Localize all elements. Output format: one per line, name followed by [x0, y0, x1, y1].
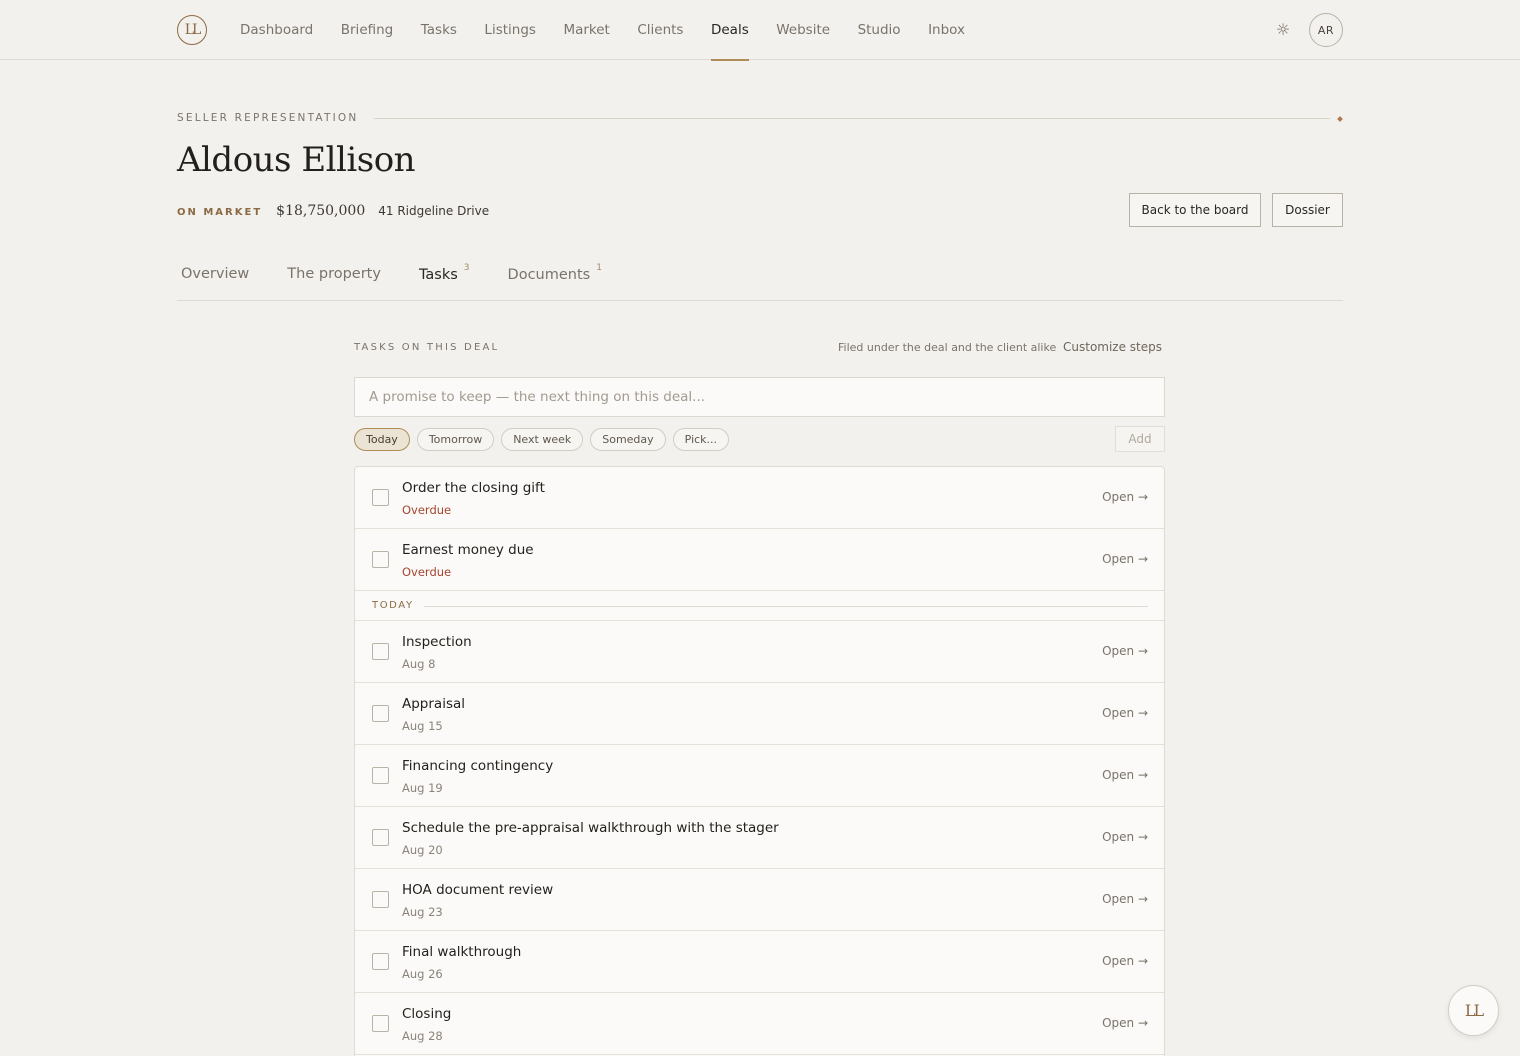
task-checkbox[interactable]: [372, 551, 389, 568]
group-divider: [424, 606, 1148, 607]
add-task-button[interactable]: Add: [1115, 426, 1165, 452]
task-row: Inspection Aug 8 Open →: [355, 621, 1164, 683]
nav-link-listings[interactable]: Listings: [484, 0, 536, 60]
section-note: Filed under the deal and the client alik…: [838, 341, 1057, 354]
chip-tomorrow[interactable]: Tomorrow: [416, 428, 495, 451]
group-label: TODAY: [372, 600, 414, 611]
nav-link-dashboard[interactable]: Dashboard: [240, 0, 313, 60]
task-row: HOA document review Aug 23 Open →: [355, 869, 1164, 931]
task-title[interactable]: Earnest money due: [402, 542, 534, 558]
diamond-ornament-icon: [1337, 116, 1343, 122]
chip-today[interactable]: Today: [354, 428, 410, 451]
task-due-date: Aug 20: [402, 843, 443, 857]
nav-link-market[interactable]: Market: [563, 0, 609, 60]
task-row: Financing contingency Aug 19 Open →: [355, 745, 1164, 807]
task-due-date: Aug 28: [402, 1029, 443, 1043]
task-due-date: Aug 15: [402, 719, 443, 733]
sun-icon[interactable]: ☼: [1274, 21, 1292, 39]
deal-price: $18,750,000: [276, 203, 366, 219]
chip-pick-date[interactable]: Pick...: [672, 428, 730, 451]
task-due-date: Aug 23: [402, 905, 443, 919]
task-title[interactable]: Order the closing gift: [402, 480, 545, 496]
status-badge: ON MARKET: [177, 207, 263, 218]
brand-logo[interactable]: LL: [177, 15, 207, 45]
tab-tasks[interactable]: Tasks 3: [419, 263, 470, 283]
task-checkbox[interactable]: [372, 829, 389, 846]
task-title[interactable]: Inspection: [402, 634, 472, 650]
task-row: Order the closing gift Overdue Open →: [355, 467, 1164, 529]
task-title[interactable]: Final walkthrough: [402, 944, 521, 960]
chip-next-week[interactable]: Next week: [501, 428, 584, 451]
task-row: Closing Aug 28 Open →: [355, 993, 1164, 1055]
new-task-input[interactable]: [354, 377, 1165, 417]
open-task-link[interactable]: Open →: [1102, 892, 1148, 906]
nav-link-website[interactable]: Website: [776, 0, 830, 60]
back-to-board-button[interactable]: Back to the board: [1129, 193, 1261, 227]
tabs-divider: [177, 300, 1343, 301]
page-title: Aldous Ellison: [177, 140, 416, 180]
task-checkbox[interactable]: [372, 953, 389, 970]
due-date-chips: Today Tomorrow Next week Someday Pick...: [354, 428, 736, 451]
open-task-link[interactable]: Open →: [1102, 954, 1148, 968]
task-title[interactable]: Appraisal: [402, 696, 465, 712]
top-navigation: LL Dashboard Briefing Tasks Listings Mar…: [0, 0, 1520, 61]
nav-link-studio[interactable]: Studio: [858, 0, 901, 60]
task-due-date: Aug 19: [402, 781, 443, 795]
task-checkbox[interactable]: [372, 767, 389, 784]
tab-documents[interactable]: Documents 1: [508, 263, 602, 283]
task-checkbox[interactable]: [372, 1015, 389, 1032]
task-row: Schedule the pre-appraisal walkthrough w…: [355, 807, 1164, 869]
task-row: Earnest money due Overdue Open →: [355, 529, 1164, 591]
open-task-link[interactable]: Open →: [1102, 552, 1148, 566]
task-checkbox[interactable]: [372, 891, 389, 908]
task-due-status: Overdue: [402, 565, 452, 579]
avatar[interactable]: AR: [1309, 13, 1343, 47]
open-task-link[interactable]: Open →: [1102, 768, 1148, 782]
property-address: 41 Ridgeline Drive: [378, 204, 490, 218]
task-row: Final walkthrough Aug 26 Open →: [355, 931, 1164, 993]
deal-meta: ON MARKET $18,750,000 41 Ridgeline Drive: [177, 203, 489, 219]
nav-link-briefing[interactable]: Briefing: [341, 0, 394, 60]
eyebrow-divider: [374, 118, 1330, 119]
assistant-launcher-button[interactable]: LL: [1448, 985, 1499, 1036]
deal-tabs: Overview The property Tasks 3 Documents 1: [181, 263, 640, 283]
task-due-date: Aug 26: [402, 967, 443, 981]
dossier-button[interactable]: Dossier: [1272, 193, 1343, 227]
task-due-status: Overdue: [402, 503, 452, 517]
nav-link-tasks[interactable]: Tasks: [421, 0, 457, 60]
open-task-link[interactable]: Open →: [1102, 706, 1148, 720]
task-checkbox[interactable]: [372, 643, 389, 660]
tab-count-badge: 3: [463, 263, 470, 273]
nav-link-clients[interactable]: Clients: [637, 0, 683, 60]
tab-overview[interactable]: Overview: [181, 266, 249, 283]
tab-count-badge: 1: [596, 263, 602, 273]
task-title[interactable]: Schedule the pre-appraisal walkthrough w…: [402, 820, 779, 836]
nav-link-deals[interactable]: Deals: [710, 0, 749, 61]
open-task-link[interactable]: Open →: [1102, 1016, 1148, 1030]
task-row: Appraisal Aug 15 Open →: [355, 683, 1164, 745]
task-title[interactable]: Closing: [402, 1006, 451, 1022]
nav-links: Dashboard Briefing Tasks Listings Market…: [240, 0, 993, 61]
task-group-header: TODAY: [355, 591, 1164, 621]
chip-someday[interactable]: Someday: [590, 428, 666, 451]
tab-the-property[interactable]: The property: [287, 266, 381, 283]
task-checkbox[interactable]: [372, 489, 389, 506]
task-title[interactable]: Financing contingency: [402, 758, 553, 774]
task-due-date: Aug 8: [402, 657, 436, 671]
task-checkbox[interactable]: [372, 705, 389, 722]
task-list: Order the closing gift Overdue Open → Ea…: [354, 466, 1165, 1056]
section-title: TASKS ON THIS DEAL: [354, 342, 500, 353]
task-title[interactable]: HOA document review: [402, 882, 553, 898]
deal-type-eyebrow: SELLER REPRESENTATION: [177, 112, 359, 124]
open-task-link[interactable]: Open →: [1102, 830, 1148, 844]
customize-steps-link[interactable]: Customize steps: [1063, 340, 1162, 354]
nav-link-inbox[interactable]: Inbox: [928, 0, 965, 60]
open-task-link[interactable]: Open →: [1102, 490, 1148, 504]
open-task-link[interactable]: Open →: [1102, 644, 1148, 658]
